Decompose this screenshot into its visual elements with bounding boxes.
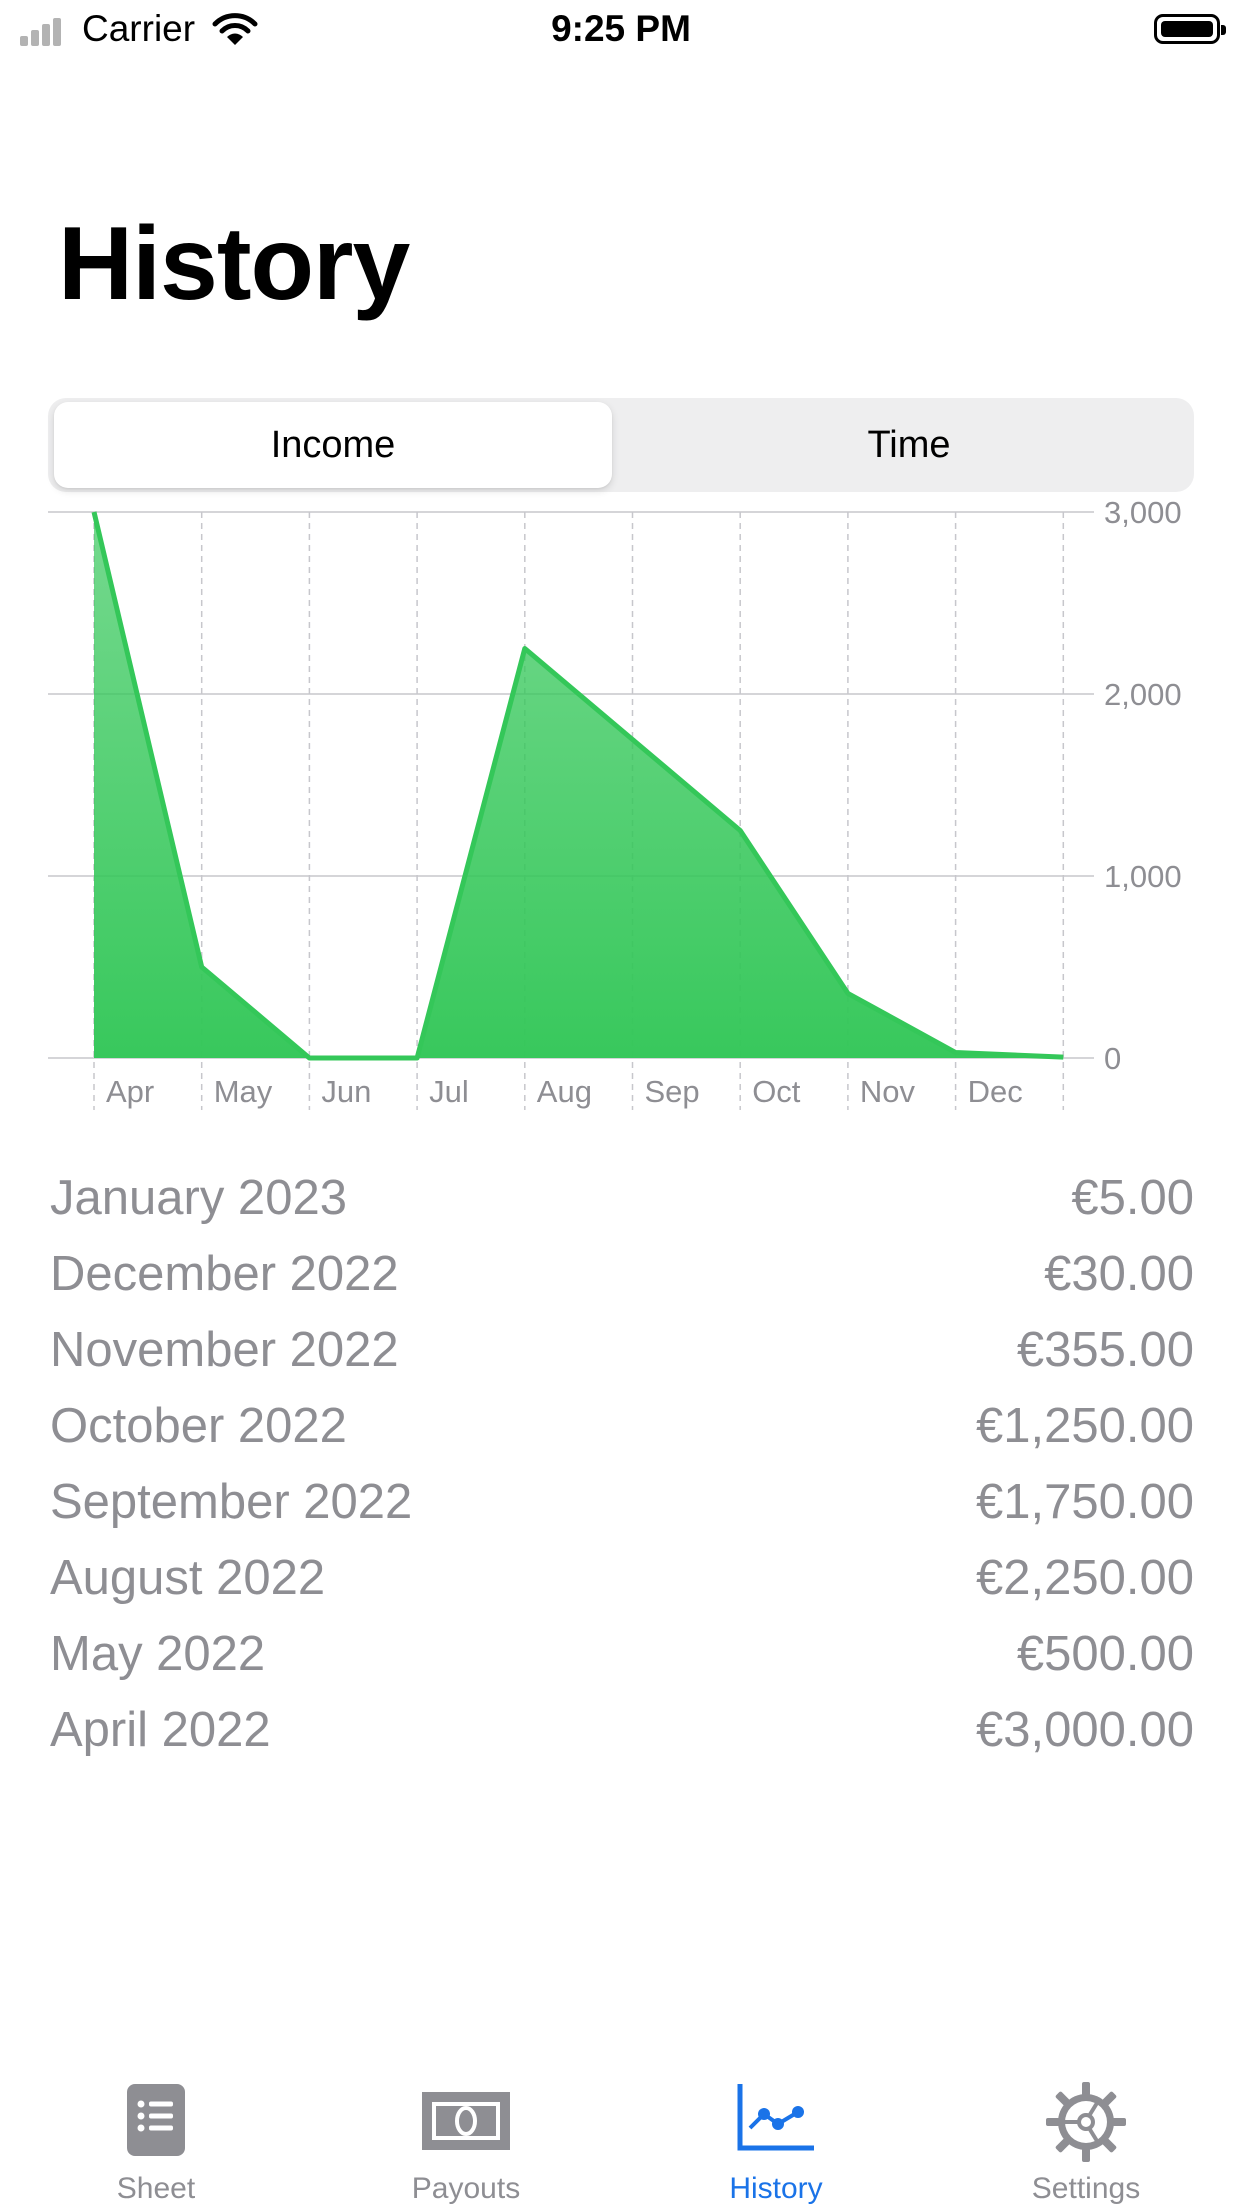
income-data-point xyxy=(522,646,528,652)
history-amount: €1,750.00 xyxy=(976,1475,1194,1529)
income-data-point xyxy=(306,1055,312,1061)
income-data-point xyxy=(845,990,851,996)
x-tick-label: Apr xyxy=(106,1074,154,1109)
history-month: May 2022 xyxy=(50,1627,266,1681)
y-tick-label: 1,000 xyxy=(1104,859,1182,894)
gear-icon xyxy=(1046,2082,1126,2162)
tab-bar: Sheet Payouts History Settings xyxy=(0,2060,1242,2208)
status-bar: Carrier 9:25 PM xyxy=(0,0,1242,62)
history-month: January 2023 xyxy=(50,1171,347,1225)
income-data-point xyxy=(414,1055,420,1061)
income-data-point xyxy=(1060,1054,1066,1060)
tab-settings[interactable]: Settings xyxy=(931,2060,1241,2208)
x-tick-label: May xyxy=(214,1074,273,1109)
history-amount: €500.00 xyxy=(1016,1627,1194,1681)
x-tick-label: Dec xyxy=(968,1074,1023,1109)
x-tick-label: Jul xyxy=(429,1074,469,1109)
history-row: May 2022 €500.00 xyxy=(50,1616,1194,1692)
income-data-point xyxy=(953,1050,959,1056)
history-row: August 2022 €2,250.00 xyxy=(50,1540,1194,1616)
segment-income[interactable]: Income xyxy=(54,402,612,488)
income-data-point xyxy=(737,828,743,834)
tab-sheet[interactable]: Sheet xyxy=(1,2060,311,2208)
history-amount: €5.00 xyxy=(1071,1171,1194,1225)
tab-payouts[interactable]: Payouts xyxy=(311,2060,621,2208)
history-month: September 2022 xyxy=(50,1475,413,1529)
status-time: 9:25 PM xyxy=(551,8,691,49)
tab-history[interactable]: History xyxy=(621,2060,931,2208)
battery-icon xyxy=(1154,14,1226,44)
income-data-point xyxy=(199,964,205,970)
income-time-segmented-control: Income Time xyxy=(48,398,1194,492)
line-chart-icon xyxy=(737,2084,814,2151)
x-tick-label: Sep xyxy=(645,1074,700,1109)
history-amount: €2,250.00 xyxy=(976,1551,1194,1605)
list-sheet-icon xyxy=(127,2084,185,2156)
history-amount: €355.00 xyxy=(1016,1323,1194,1377)
income-data-point xyxy=(91,509,97,515)
income-data-point xyxy=(630,737,636,743)
history-amount: €1,250.00 xyxy=(976,1399,1194,1453)
history-month: August 2022 xyxy=(50,1551,326,1605)
history-month: April 2022 xyxy=(50,1703,271,1757)
history-row: January 2023 €5.00 xyxy=(50,1160,1194,1236)
tab-sheet-label: Sheet xyxy=(116,2172,196,2205)
income-area xyxy=(94,512,1064,1058)
tab-history-label: History xyxy=(729,2172,823,2205)
tab-payouts-label: Payouts xyxy=(411,2172,521,2205)
history-amount: €3,000.00 xyxy=(976,1703,1194,1757)
x-tick-label: Aug xyxy=(537,1074,592,1109)
y-tick-label: 0 xyxy=(1104,1041,1121,1076)
segment-time[interactable]: Time xyxy=(630,402,1188,488)
income-history-chart: 0 1,000 2,000 3,000 Apr May Jun Jul Aug Sep Oct Nov… xyxy=(48,500,1182,1110)
tab-settings-label: Settings xyxy=(1031,2172,1141,2205)
y-tick-label: 2,000 xyxy=(1104,677,1182,712)
history-row: September 2022 €1,750.00 xyxy=(50,1464,1194,1540)
history-month: November 2022 xyxy=(50,1323,399,1377)
history-amount: €30.00 xyxy=(1044,1247,1194,1301)
history-row: October 2022 €1,250.00 xyxy=(50,1388,1194,1464)
x-tick-label: Jun xyxy=(321,1074,371,1109)
history-row: April 2022 €3,000.00 xyxy=(50,1692,1194,1768)
x-tick-label: Nov xyxy=(860,1074,916,1109)
history-list: January 2023 €5.00 December 2022 €30.00 … xyxy=(50,1160,1194,1768)
page-title: History xyxy=(58,206,410,322)
history-row: November 2022 €355.00 xyxy=(50,1312,1194,1388)
banknote-icon xyxy=(422,2092,510,2150)
x-tick-label: Oct xyxy=(752,1074,801,1109)
history-month: October 2022 xyxy=(50,1399,347,1453)
history-month: December 2022 xyxy=(50,1247,399,1301)
y-tick-label: 3,000 xyxy=(1104,500,1182,530)
history-row: December 2022 €30.00 xyxy=(50,1236,1194,1312)
